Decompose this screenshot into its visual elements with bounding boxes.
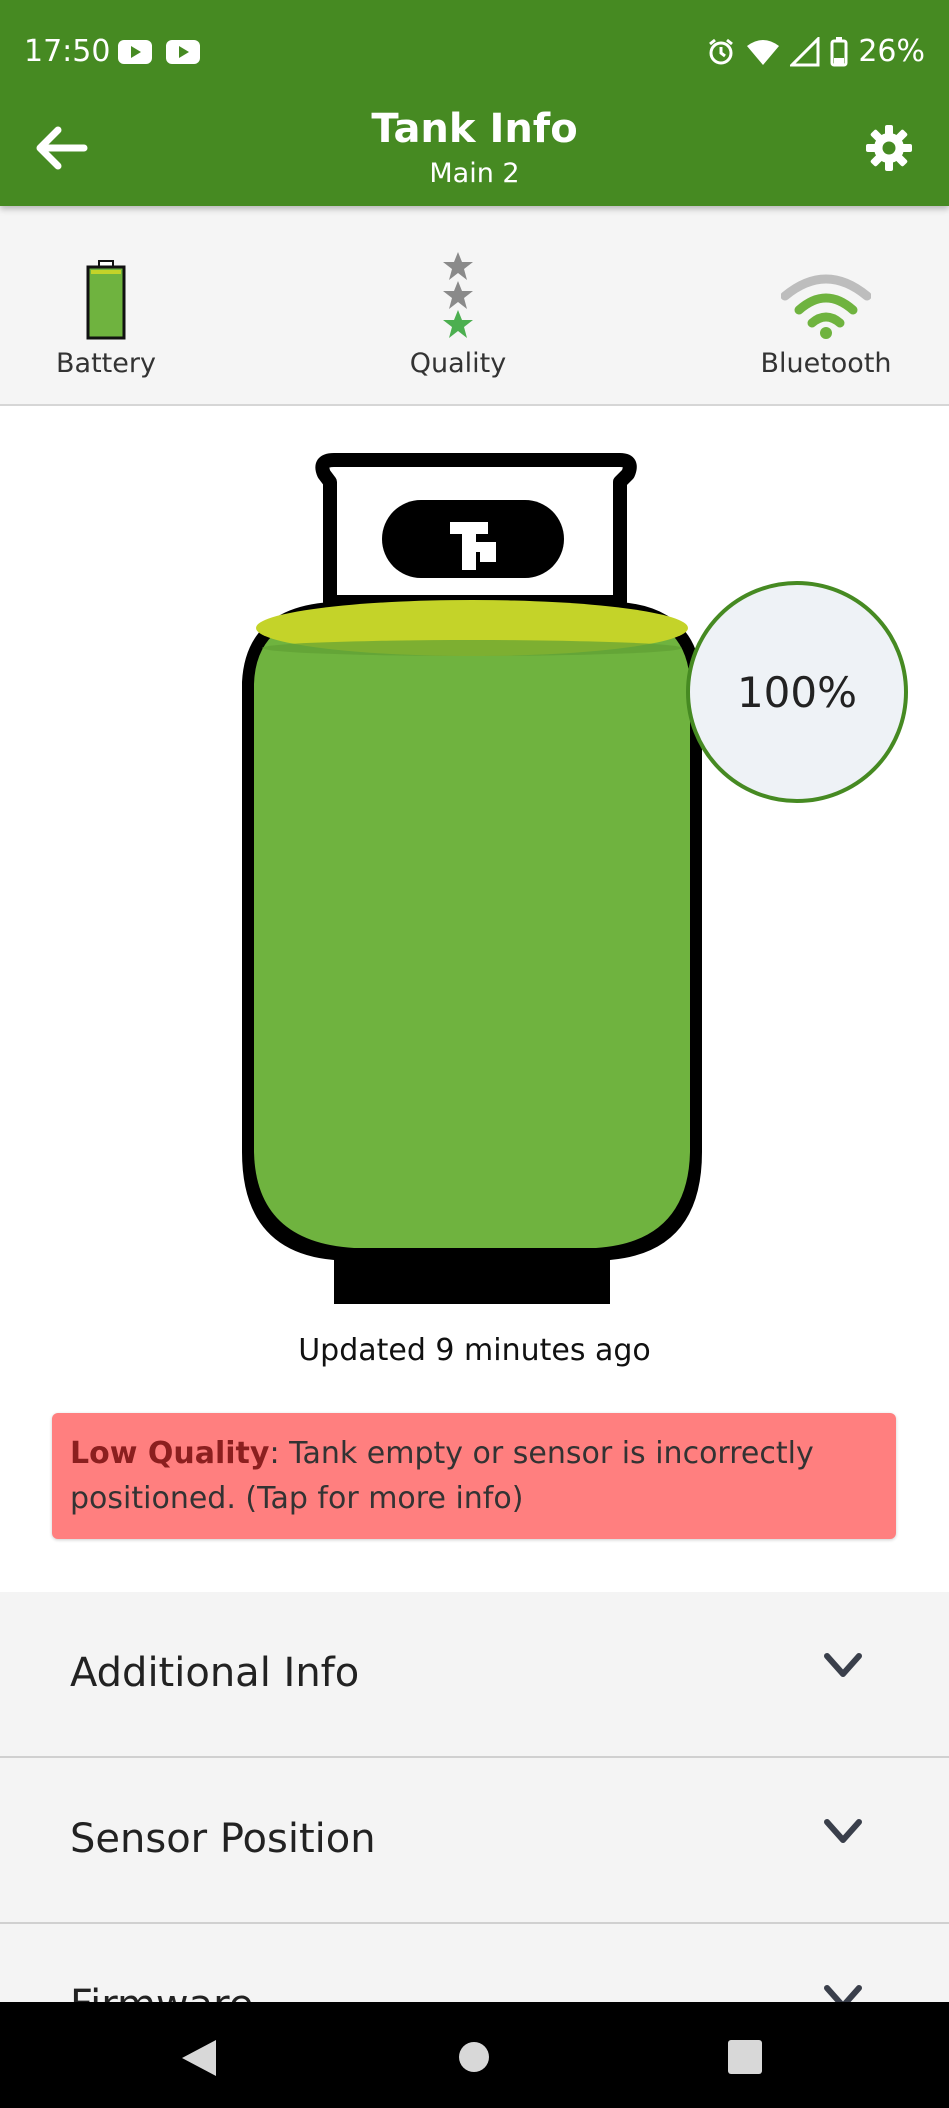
page-title: Tank Info xyxy=(371,106,578,152)
page-subtitle: Main 2 xyxy=(429,158,520,189)
star-rating-icon xyxy=(443,252,473,338)
app-header: 17:50 26% Tank Info Main 2 xyxy=(0,0,949,206)
youtube-notification-icon xyxy=(166,40,200,64)
gear-icon[interactable] xyxy=(865,124,913,172)
metric-quality[interactable]: Quality xyxy=(358,244,558,379)
nav-home-icon[interactable] xyxy=(459,2042,489,2072)
metric-bluetooth[interactable]: Bluetooth xyxy=(726,244,926,379)
chevron-down-icon xyxy=(824,1653,862,1677)
accordion-label: Additional Info xyxy=(70,1650,360,1696)
chevron-down-icon xyxy=(824,1819,862,1843)
nav-recents-icon[interactable] xyxy=(728,2040,762,2074)
metric-battery[interactable]: Battery xyxy=(6,244,206,379)
accordion-additional-info[interactable]: Additional Info xyxy=(0,1592,949,1758)
metric-bluetooth-label: Bluetooth xyxy=(760,348,892,379)
status-icons: 26% xyxy=(706,34,925,69)
alert-title: Low Quality xyxy=(70,1436,270,1471)
alarm-icon xyxy=(709,38,734,64)
gas-tank-graphic xyxy=(242,453,702,1304)
wifi-status-icon xyxy=(747,39,780,65)
battery-icon xyxy=(86,260,126,340)
youtube-notification-icon xyxy=(118,40,152,64)
metrics-bar: Battery Quality Bluetooth xyxy=(0,206,949,406)
low-quality-alert[interactable]: Low Quality: Tank empty or sensor is inc… xyxy=(52,1413,896,1539)
fill-percent-bubble: 100% xyxy=(686,581,908,803)
updated-timestamp: Updated 9 minutes ago xyxy=(298,1333,651,1368)
battery-status-icon xyxy=(830,36,848,66)
metric-quality-label: Quality xyxy=(409,348,507,379)
wifi-signal-icon xyxy=(781,274,871,339)
metric-battery-label: Battery xyxy=(56,348,156,379)
accordion-label: Sensor Position xyxy=(70,1816,376,1862)
cell-signal-icon xyxy=(790,36,820,66)
system-nav-bar xyxy=(0,2002,949,2108)
accordion-sensor-position[interactable]: Sensor Position xyxy=(0,1758,949,1924)
nav-back-icon[interactable] xyxy=(180,2038,218,2078)
battery-percent: 26% xyxy=(858,34,925,69)
status-time: 17:50 xyxy=(24,34,111,69)
